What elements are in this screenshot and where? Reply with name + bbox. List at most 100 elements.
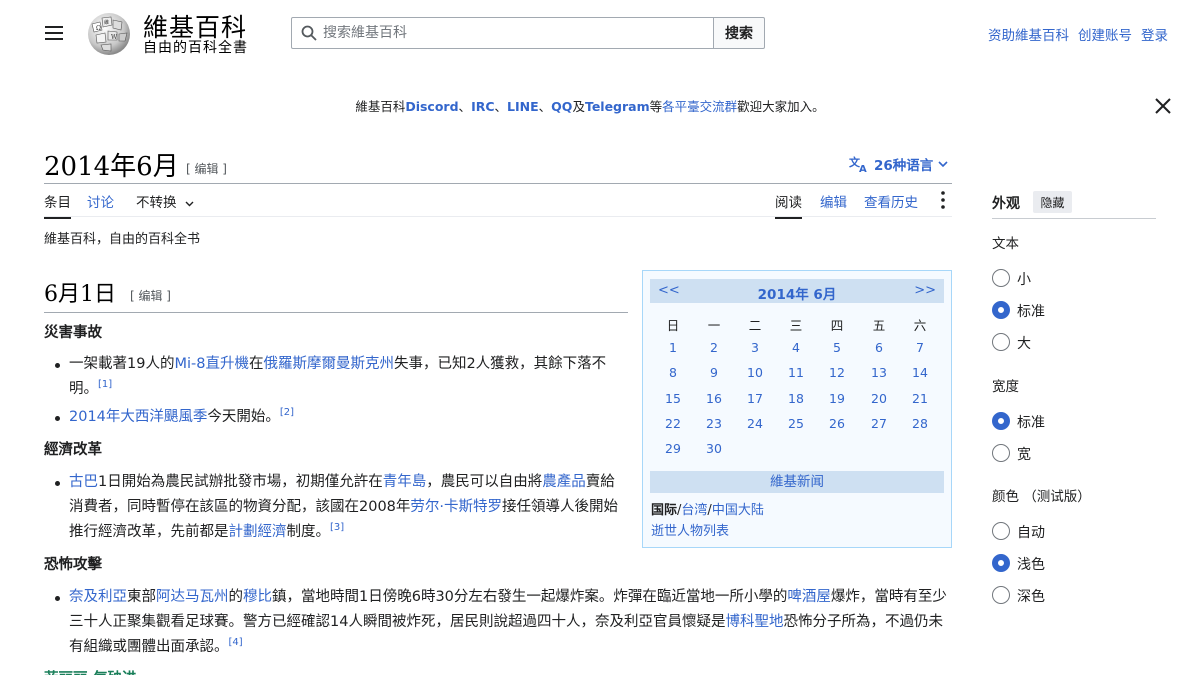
banner-link-irc[interactable]: IRC: [471, 99, 494, 114]
color-option-label[interactable]: 浅色: [1017, 554, 1045, 574]
more-menu-icon[interactable]: [936, 190, 950, 210]
tab-talk[interactable]: 讨论: [87, 191, 114, 217]
calendar-title[interactable]: 2014年 6月: [650, 283, 944, 303]
tab-history[interactable]: 查看历史: [864, 191, 918, 217]
link-hurricane-season[interactable]: 2014年大西洋颶風季: [69, 409, 207, 425]
color-group-label: 颜色 （测试版）: [992, 489, 1091, 505]
calendar-day-link[interactable]: 8: [653, 365, 693, 380]
calendar-day-link[interactable]: 15: [653, 391, 693, 406]
link-cuba[interactable]: 古巴: [69, 474, 98, 490]
link-adamawa[interactable]: 阿达马瓦州: [156, 589, 229, 605]
text-option-radio[interactable]: [992, 269, 1010, 287]
calendar-day-link[interactable]: 5: [817, 340, 857, 355]
appearance-hide-button[interactable]: 隐藏: [1033, 191, 1072, 213]
calendar-day-link[interactable]: 4: [776, 340, 816, 355]
logo-tagline: 自由的百科全書: [143, 40, 248, 56]
calendar-day-link[interactable]: 22: [653, 416, 693, 431]
list-item: 一架載著19人的Mi-8直升機在俄羅斯摩爾曼斯克州失事，已知2人獲救，其餘下落不…: [69, 356, 607, 397]
link-mi8[interactable]: Mi-8直升機: [174, 356, 249, 372]
language-button[interactable]: 文 A 26种语言: [849, 154, 948, 174]
text-option-label[interactable]: 大: [1017, 333, 1031, 353]
calendar-day-link[interactable]: 30: [694, 441, 734, 456]
calendar-day-link[interactable]: 2: [694, 340, 734, 355]
calendar-day-link[interactable]: 24: [735, 416, 775, 431]
calendar-prev-button[interactable]: <<: [658, 283, 680, 298]
login-link[interactable]: 登录: [1141, 24, 1168, 44]
link-isla[interactable]: 青年島: [383, 474, 427, 490]
create-account-link[interactable]: 创建账号: [1078, 24, 1132, 44]
calendar-day-link[interactable]: 12: [817, 365, 857, 380]
calendar-day-link[interactable]: 16: [694, 391, 734, 406]
section-edit-link[interactable]: [ 编辑 ]: [130, 287, 171, 304]
citation-1[interactable]: [1]: [98, 379, 112, 390]
calendar-day-link[interactable]: 27: [859, 416, 899, 431]
text-option-radio[interactable]: [992, 301, 1010, 319]
link-mubi[interactable]: 穆比: [243, 589, 272, 605]
main-menu-button[interactable]: [36, 18, 72, 48]
color-option-label[interactable]: 自动: [1017, 522, 1045, 542]
link-beer-parlour[interactable]: 啤酒屋: [787, 589, 831, 605]
calendar-day-link[interactable]: 21: [900, 391, 940, 406]
calendar-day-link[interactable]: 10: [735, 365, 775, 380]
width-option-label[interactable]: 宽: [1017, 444, 1031, 464]
region-china-link[interactable]: 中国大陆: [712, 503, 764, 518]
calendar-day-link[interactable]: 19: [817, 391, 857, 406]
color-option-radio[interactable]: [992, 554, 1010, 572]
calendar-day-link[interactable]: 7: [900, 340, 940, 355]
deaths-list-link[interactable]: 逝世人物列表: [651, 520, 729, 539]
calendar-day-link[interactable]: 23: [694, 416, 734, 431]
calendar-next-button[interactable]: >>: [914, 283, 936, 298]
calendar-news-link[interactable]: 維基新闻: [650, 471, 944, 493]
calendar-day-link[interactable]: 20: [859, 391, 899, 406]
link-boko-haram[interactable]: 博科聖地: [725, 614, 783, 630]
color-option-radio[interactable]: [992, 586, 1010, 604]
link-mozambique[interactable]: 俄羅斯摩爾曼斯克州: [263, 356, 394, 372]
width-option-radio[interactable]: [992, 444, 1010, 462]
calendar-day-link[interactable]: 17: [735, 391, 775, 406]
width-option-label[interactable]: 标准: [1017, 412, 1045, 432]
link-raul-castro[interactable]: 劳尔·卡斯特罗: [410, 499, 502, 515]
tab-variant-dropdown[interactable]: 不转换: [136, 191, 194, 217]
search-button[interactable]: 搜索: [713, 17, 765, 49]
calendar-day-link[interactable]: 13: [859, 365, 899, 380]
calendar-day-link[interactable]: 14: [900, 365, 940, 380]
close-icon[interactable]: [1152, 95, 1174, 117]
link-planned-economy[interactable]: 計劃經濟: [229, 524, 287, 540]
banner-link-line[interactable]: LINE: [507, 99, 539, 114]
calendar-day-link[interactable]: 6: [859, 340, 899, 355]
calendar-day-link[interactable]: 25: [776, 416, 816, 431]
calendar-day-link[interactable]: 9: [694, 365, 734, 380]
tab-edit[interactable]: 编辑: [820, 191, 847, 217]
citation-4[interactable]: [4]: [229, 637, 243, 648]
calendar-day-link[interactable]: 11: [776, 365, 816, 380]
text-option-radio[interactable]: [992, 333, 1010, 351]
calendar-day-link[interactable]: 3: [735, 340, 775, 355]
calendar-day-link[interactable]: 18: [776, 391, 816, 406]
search-box[interactable]: [291, 17, 714, 49]
donate-link[interactable]: 资助維基百科: [988, 24, 1069, 44]
citation-3[interactable]: [3]: [330, 522, 344, 533]
banner-link-discord[interactable]: Discord: [405, 99, 458, 114]
calendar-day-link[interactable]: 28: [900, 416, 940, 431]
link-produce[interactable]: 農產品: [542, 474, 586, 490]
link-nigeria[interactable]: 奈及利亞: [69, 589, 127, 605]
banner-link-groups[interactable]: 各平臺交流群: [662, 99, 737, 114]
title-edit-link[interactable]: [ 编辑 ]: [186, 160, 227, 177]
text-option-label[interactable]: 小: [1017, 269, 1031, 289]
region-international[interactable]: 国际: [651, 503, 677, 518]
text-option-label[interactable]: 标准: [1017, 301, 1045, 321]
color-option-radio[interactable]: [992, 522, 1010, 540]
calendar-day-link[interactable]: 1: [653, 340, 693, 355]
wikipedia-globe-logo[interactable]: Ω W 維: [84, 10, 134, 56]
banner-link-telegram[interactable]: Telegram: [585, 99, 650, 114]
width-option-radio[interactable]: [992, 412, 1010, 430]
region-taiwan-link[interactable]: 台湾: [681, 503, 707, 518]
tab-read[interactable]: 阅读: [775, 191, 802, 219]
search-input[interactable]: [323, 25, 703, 41]
banner-link-qq[interactable]: QQ: [551, 99, 572, 114]
calendar-day-link[interactable]: 26: [817, 416, 857, 431]
tab-article[interactable]: 条目: [44, 191, 71, 219]
calendar-day-link[interactable]: 29: [653, 441, 693, 456]
color-option-label[interactable]: 深色: [1017, 586, 1045, 606]
citation-2[interactable]: [2]: [280, 407, 294, 418]
